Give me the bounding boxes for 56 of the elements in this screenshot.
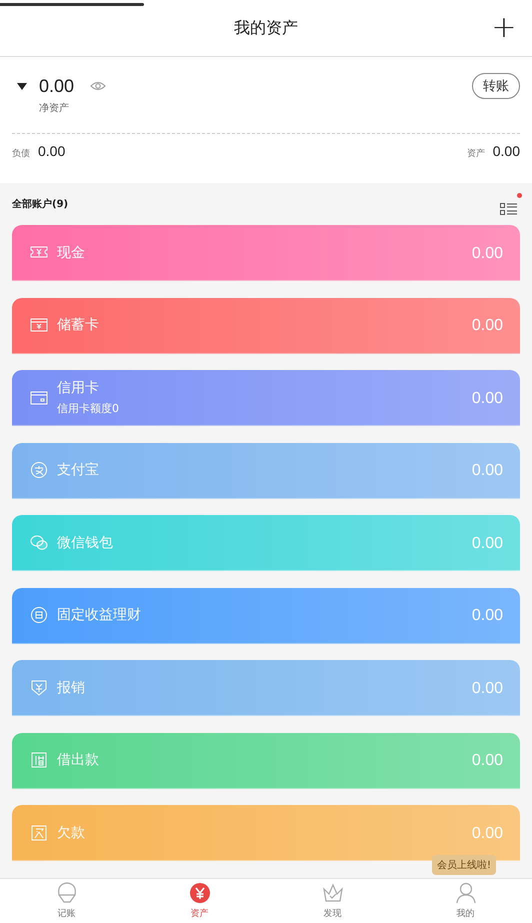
liabilities-value: 0.00 [38,143,66,159]
promo-tooltip: 会员上线啦! [432,855,496,875]
page-title: 我的资产 [234,18,298,38]
add-button[interactable]: + [488,12,520,44]
list-view-icon[interactable] [500,200,518,216]
assets-value: 0.00 [492,143,520,159]
card-icon [30,388,48,406]
account-amount: 0.00 [472,244,503,262]
square-icon [30,751,48,769]
tab[interactable]: 我的 [399,879,532,923]
person-icon [454,881,478,905]
account-amount: 0.00 [472,680,503,698]
tab[interactable]: 发现 [266,879,399,923]
assets-label: 资产 [466,148,485,160]
yen-icon [188,881,212,905]
chat-bubbles-icon [30,534,48,552]
account-card[interactable]: 支付宝 0.00 [12,442,520,498]
account-name: 储蓄卡 [57,316,100,334]
account-amount: 0.00 [472,390,503,408]
account-subtitle: 信用卡额度0 [57,401,120,416]
account-name: 借出款 [57,751,100,769]
account-amount: 0.00 [472,824,503,842]
net-value: 0.00 [39,75,74,97]
account-name: 现金 [57,244,86,262]
account-amount: 0.00 [472,534,503,552]
account-card[interactable]: 现金 0.00 [12,225,520,281]
account-card[interactable]: 微信钱包 0.00 [12,515,520,571]
account-name: 信用卡 [57,379,100,397]
circle-icon [30,606,48,624]
collapse-icon [17,83,27,90]
account-card[interactable]: 储蓄卡 0.00 [12,298,520,354]
account-name: 支付宝 [57,461,100,479]
account-card[interactable]: 固定收益理财 0.00 [12,588,520,644]
account-name: 报销 [57,678,86,696]
account-name: 欠款 [57,824,86,842]
account-card[interactable]: 报销 0.00 [12,660,520,716]
account-card[interactable]: 欠款 0.00 [12,805,520,861]
tab[interactable]: 记账 [0,879,133,923]
account-amount: 0.00 [472,607,503,625]
eye-icon[interactable] [90,81,106,91]
tab[interactable]: 资产 [133,879,266,923]
account-name: 固定收益理财 [57,606,142,624]
square-icon [30,824,48,842]
account-amount: 0.00 [472,317,503,335]
transfer-button[interactable]: 转账 [472,73,520,99]
accounts-title: 全部账户(9) [12,197,68,211]
circle-icon [30,461,48,479]
shield-icon [30,678,48,696]
liabilities-label: 负债 [12,148,30,160]
account-card[interactable]: 信用卡 信用卡额度0 0.00 [12,370,520,426]
account-amount: 0.00 [472,462,503,480]
account-amount: 0.00 [472,752,503,770]
card-icon [30,316,48,334]
account-card[interactable]: 借出款 0.00 [12,732,520,788]
net-label: 净资产 [39,102,70,115]
account-name: 微信钱包 [57,534,114,552]
